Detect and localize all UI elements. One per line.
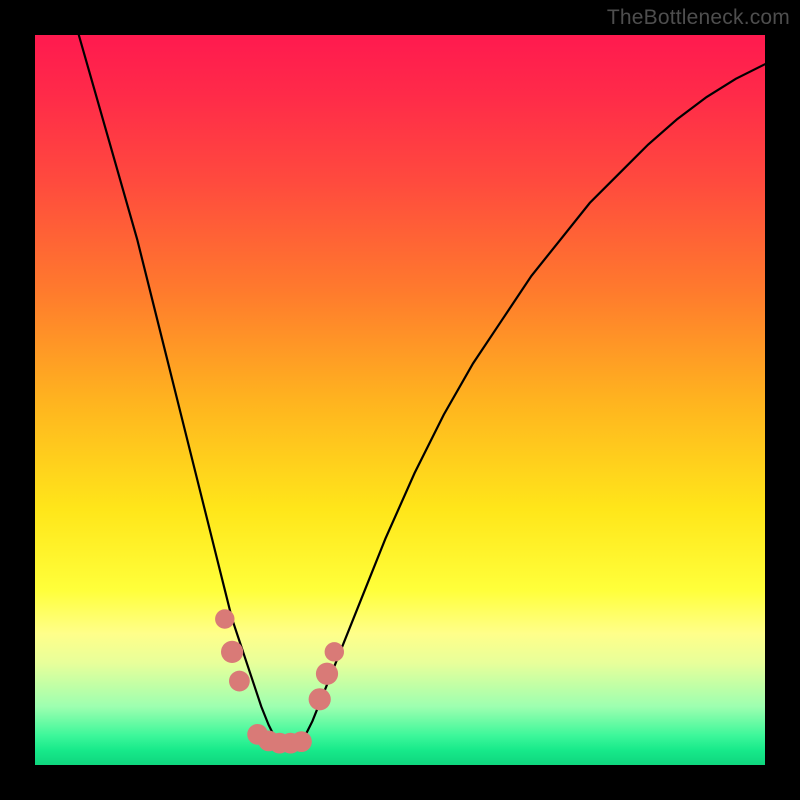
bottleneck-curve — [79, 35, 765, 743]
watermark-text: TheBottleneck.com — [607, 6, 790, 30]
data-marker — [229, 671, 250, 692]
chart-svg — [35, 35, 765, 765]
data-marker — [291, 731, 312, 752]
data-marker — [309, 688, 331, 710]
chart-plot-area — [35, 35, 765, 765]
data-marker — [221, 641, 243, 663]
data-marker — [325, 642, 344, 661]
data-marker — [215, 609, 234, 628]
marker-group — [215, 609, 344, 753]
data-marker — [316, 663, 338, 685]
chart-frame: TheBottleneck.com — [0, 0, 800, 800]
